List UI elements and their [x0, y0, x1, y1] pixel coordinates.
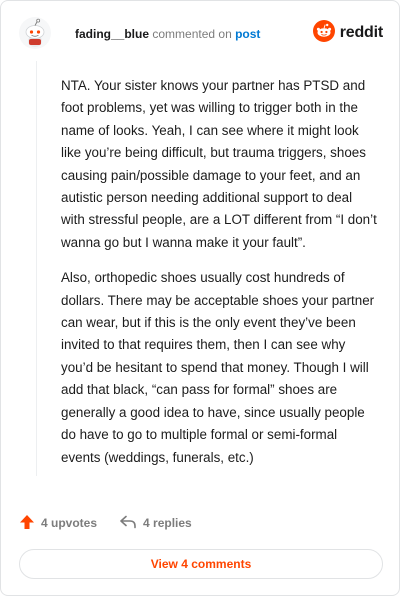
- snoo-avatar-icon[interactable]: [19, 17, 51, 49]
- comment-paragraph-2: Also, orthopedic shoes usually cost hund…: [61, 270, 375, 465]
- view-comments-button[interactable]: View 4 comments: [19, 549, 383, 579]
- comment-header: fading__blue commented on post reddit: [15, 17, 385, 51]
- comment-card: fading__blue commented on post reddit NT…: [0, 0, 400, 596]
- commented-on-text: commented on: [152, 27, 232, 41]
- post-link[interactable]: post: [235, 27, 260, 41]
- reddit-logo-icon: [312, 19, 335, 47]
- comment-body: NTA. Your sister knows your partner has …: [61, 75, 379, 482]
- upvote-button[interactable]: 4 upvotes: [19, 514, 97, 533]
- reddit-wordmark: reddit: [339, 24, 383, 41]
- thread-line: [36, 61, 37, 476]
- upvote-count: 4 upvotes: [41, 516, 98, 530]
- replies-button[interactable]: 4 replies: [119, 514, 192, 533]
- comment-paragraph-1: NTA. Your sister knows your partner has …: [61, 78, 377, 250]
- reddit-brand[interactable]: reddit: [312, 19, 383, 47]
- upvote-arrow-icon: [19, 514, 35, 533]
- comment-actions: 4 upvotes 4 replies: [19, 513, 214, 533]
- reply-arrow-icon: [119, 514, 137, 533]
- comment-meta: fading__blue commented on post: [75, 27, 260, 41]
- username-link[interactable]: fading__blue: [75, 27, 149, 41]
- reply-count: 4 replies: [143, 516, 192, 530]
